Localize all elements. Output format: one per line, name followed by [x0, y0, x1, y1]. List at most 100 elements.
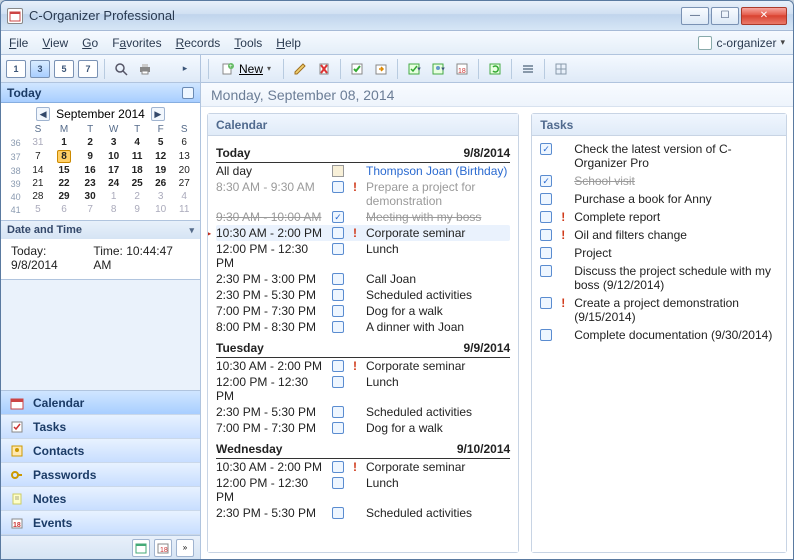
- menu-tools[interactable]: Tools: [234, 36, 262, 50]
- calendar-small-icon[interactable]: [132, 539, 150, 557]
- calendar-day[interactable]: 2: [78, 136, 102, 149]
- print-button[interactable]: [134, 58, 156, 80]
- calendar-day[interactable]: 25: [125, 177, 149, 190]
- calendar-day[interactable]: 18: [125, 164, 149, 177]
- event-checkbox[interactable]: [332, 243, 344, 255]
- calendar-day[interactable]: 10: [149, 203, 173, 216]
- calendar-day[interactable]: 7: [26, 149, 50, 164]
- menu-go[interactable]: Go: [82, 36, 98, 50]
- event-checkbox[interactable]: [332, 477, 344, 489]
- view-7day-button[interactable]: 7: [77, 58, 99, 80]
- calendar-day[interactable]: 30: [78, 190, 102, 203]
- event-checkbox[interactable]: [332, 422, 344, 434]
- complete-button[interactable]: [346, 58, 368, 80]
- event-row[interactable]: All dayThompson Joan (Birthday): [216, 163, 510, 179]
- task-checkbox[interactable]: ✓: [540, 175, 552, 187]
- event-checkbox[interactable]: [332, 289, 344, 301]
- task-checkbox[interactable]: [540, 229, 552, 241]
- nav-calendar[interactable]: Calendar: [1, 391, 200, 415]
- calendar-body[interactable]: Today9/8/2014All dayThompson Joan (Birth…: [208, 136, 518, 552]
- calendar-day[interactable]: 8: [50, 149, 79, 164]
- event-row[interactable]: ▶10:30 AM - 2:00 PM!Corporate seminar: [216, 225, 510, 241]
- calendar-day[interactable]: 24: [102, 177, 126, 190]
- task-row[interactable]: !Create a project demonstration (9/15/20…: [540, 294, 778, 326]
- events-small-icon[interactable]: 18: [154, 539, 172, 557]
- calendar-day[interactable]: 3: [102, 136, 126, 149]
- event-checkbox[interactable]: [332, 360, 344, 372]
- nav-events[interactable]: 18Events: [1, 511, 200, 535]
- event-row[interactable]: 7:00 PM - 7:30 PMDog for a walk: [216, 420, 510, 436]
- event-row[interactable]: 10:30 AM - 2:00 PM!Corporate seminar: [216, 459, 510, 475]
- nav-tasks[interactable]: Tasks: [1, 415, 200, 439]
- calendar-day[interactable]: 17: [102, 164, 126, 177]
- calendar-day[interactable]: 8: [102, 203, 126, 216]
- nav-notes[interactable]: Notes: [1, 487, 200, 511]
- new-button[interactable]: + New ▾: [214, 58, 278, 80]
- calendar-day[interactable]: 29: [50, 190, 79, 203]
- calendar-day[interactable]: 9: [78, 149, 102, 164]
- calendar-day[interactable]: 4: [125, 136, 149, 149]
- event-checkbox[interactable]: [332, 406, 344, 418]
- calendar-day[interactable]: 4: [172, 190, 196, 203]
- event-row[interactable]: 12:00 PM - 12:30 PMLunch: [216, 475, 510, 505]
- task-checkbox[interactable]: ✓: [540, 143, 552, 155]
- prev-month-button[interactable]: ◀: [36, 107, 50, 121]
- task-row[interactable]: Complete documentation (9/30/2014): [540, 326, 778, 344]
- event-checkbox[interactable]: [332, 273, 344, 285]
- calendar-day[interactable]: 26: [149, 177, 173, 190]
- event-checkbox[interactable]: [332, 227, 344, 239]
- task-row[interactable]: !Oil and filters change: [540, 226, 778, 244]
- calendar-day[interactable]: 6: [50, 203, 79, 216]
- event-row[interactable]: 7:00 PM - 7:30 PMDog for a walk: [216, 303, 510, 319]
- today-panel-header[interactable]: Today: [1, 83, 200, 103]
- event-row[interactable]: 12:00 PM - 12:30 PMLunch: [216, 374, 510, 404]
- calendar-day[interactable]: 10: [102, 149, 126, 164]
- event-row[interactable]: 8:30 AM - 9:30 AM!Prepare a project for …: [216, 179, 510, 209]
- task-row[interactable]: ✓School visit: [540, 172, 778, 190]
- list-view-button[interactable]: [517, 58, 539, 80]
- datetime-header[interactable]: Date and Time ▾: [1, 221, 200, 239]
- event-checkbox[interactable]: [332, 376, 344, 388]
- calendar-day[interactable]: 14: [26, 164, 50, 177]
- event-checkbox[interactable]: [332, 461, 344, 473]
- menu-help[interactable]: Help: [276, 36, 301, 50]
- project-selector[interactable]: c-organizer ▾: [698, 36, 785, 50]
- nav-contacts[interactable]: Contacts: [1, 439, 200, 463]
- calendar-day[interactable]: 1: [102, 190, 126, 203]
- task-row[interactable]: Project: [540, 244, 778, 262]
- minimize-button[interactable]: —: [681, 7, 709, 25]
- event-row[interactable]: 2:30 PM - 5:30 PMScheduled activities: [216, 505, 510, 521]
- left-toolbar-chevron[interactable]: ▸: [174, 58, 196, 80]
- calendar-day[interactable]: 21: [26, 177, 50, 190]
- view-5day-button[interactable]: 5: [53, 58, 75, 80]
- task-checkbox[interactable]: [540, 211, 552, 223]
- goto-today-button[interactable]: [370, 58, 392, 80]
- calendar-day[interactable]: 13: [172, 149, 196, 164]
- calendar-day[interactable]: 11: [125, 149, 149, 164]
- event-row[interactable]: 2:30 PM - 5:30 PMScheduled activities: [216, 287, 510, 303]
- calendar-day[interactable]: 27: [172, 177, 196, 190]
- menu-file[interactable]: File: [9, 36, 28, 50]
- event-checkbox[interactable]: [332, 321, 344, 333]
- calendar-day[interactable]: 31: [26, 136, 50, 149]
- next-month-button[interactable]: ▶: [151, 107, 165, 121]
- pin-icon[interactable]: [182, 87, 194, 99]
- event-checkbox[interactable]: [332, 305, 344, 317]
- calendar-day[interactable]: 5: [26, 203, 50, 216]
- event-checkbox[interactable]: [332, 181, 344, 193]
- calendar-day[interactable]: 1: [50, 136, 79, 149]
- calendar-day[interactable]: 11: [172, 203, 196, 216]
- edit-button[interactable]: [289, 58, 311, 80]
- task-row[interactable]: Discuss the project schedule with my bos…: [540, 262, 778, 294]
- filter2-button[interactable]: ▾: [427, 58, 449, 80]
- event-row[interactable]: 2:30 PM - 5:30 PMScheduled activities: [216, 404, 510, 420]
- view-1day-button[interactable]: 1: [5, 58, 27, 80]
- calendar-day[interactable]: 6: [172, 136, 196, 149]
- maximize-button[interactable]: ☐: [711, 7, 739, 25]
- search-button[interactable]: [110, 58, 132, 80]
- options-chevron[interactable]: »: [176, 539, 194, 557]
- task-checkbox[interactable]: [540, 297, 552, 309]
- calendar-day[interactable]: 22: [50, 177, 79, 190]
- event-row[interactable]: 2:30 PM - 3:00 PMCall Joan: [216, 271, 510, 287]
- task-row[interactable]: ✓Check the latest version of C-Organizer…: [540, 140, 778, 172]
